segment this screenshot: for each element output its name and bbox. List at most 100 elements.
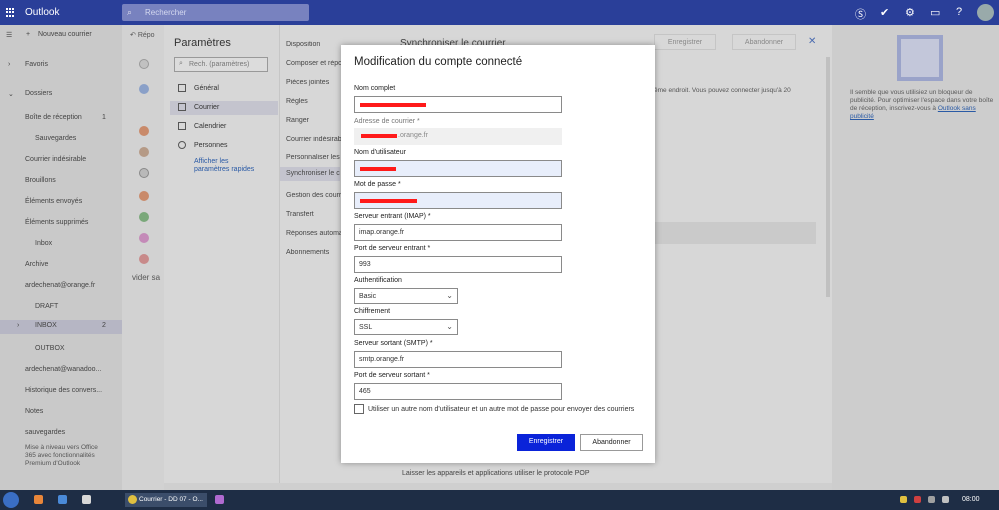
reply-header[interactable]: ↶ Répo	[130, 31, 155, 39]
feedback-icon[interactable]: ▭	[930, 6, 940, 19]
app-icon[interactable]	[82, 495, 91, 504]
new-mail-button[interactable]: + Nouveau courrier	[26, 29, 122, 43]
email-field: .orange.fr	[354, 128, 562, 145]
folder-draft[interactable]: DRAFT	[0, 301, 122, 315]
app-launcher-icon[interactable]	[6, 8, 15, 17]
subsetting-item[interactable]: Règles	[286, 98, 342, 105]
upgrade-text[interactable]: Mise à niveau vers Office 365 avec fonct…	[25, 444, 109, 468]
outgoing-port-field[interactable]: 465	[354, 383, 562, 400]
account-wanadoo[interactable]: ardechenat@wanadoo...	[0, 364, 122, 378]
message-list: ↶ Répo vider sa	[122, 25, 164, 490]
folder-inbox[interactable]: Boîte de réception 1	[0, 112, 122, 126]
folder-sent[interactable]: Éléments envoyés	[0, 196, 122, 210]
cancel-button[interactable]: Abandonner	[580, 434, 643, 451]
full-name-field[interactable]	[354, 96, 562, 113]
auth-select[interactable]: Basic ⌄	[354, 288, 458, 304]
start-button[interactable]	[3, 492, 19, 508]
tray-icon[interactable]	[900, 496, 907, 503]
subsetting-item[interactable]: Courrier indésirable	[286, 136, 342, 143]
subsetting-item[interactable]: Gestion des courriers	[286, 192, 342, 199]
account-label: ardechenat@orange.fr	[25, 282, 96, 289]
category-label: Courrier	[194, 104, 220, 111]
subsetting-item[interactable]: Abonnements	[286, 249, 342, 256]
settings-category-calendar[interactable]: Calendrier	[170, 120, 278, 134]
new-mail-label: Nouveau courrier	[38, 31, 92, 38]
app-icon[interactable]	[58, 495, 67, 504]
password-field[interactable]	[354, 192, 562, 209]
calendar-icon	[178, 122, 186, 130]
scrollbar[interactable]	[826, 57, 830, 297]
folder-dossiers[interactable]: ⌄ Dossiers	[0, 88, 122, 102]
folder-inbox-orange[interactable]: › INBOX 2	[0, 320, 122, 334]
app-icon[interactable]	[215, 495, 224, 504]
tray-icon[interactable]	[928, 496, 935, 503]
settings-search-input[interactable]: ⌕ Rech. (paramètres)	[174, 57, 268, 72]
folder-sauvegardes[interactable]: Sauvegardes	[0, 133, 122, 147]
folder-deleted[interactable]: Éléments supprimés	[0, 217, 122, 231]
username-field[interactable]	[354, 160, 562, 177]
folder-favoris[interactable]: › Favoris	[0, 59, 122, 73]
save-button[interactable]: Enregistrer	[517, 434, 575, 451]
alternate-credentials-checkbox[interactable]	[354, 404, 364, 414]
folder-label: Inbox	[35, 240, 53, 247]
subsetting-item-selected[interactable]: Synchroniser le courrier	[280, 167, 340, 181]
avatar	[139, 233, 149, 243]
app-name[interactable]: Outlook	[25, 7, 59, 18]
tray-icon[interactable]	[914, 496, 921, 503]
settings-save-button[interactable]: Enregistrer	[654, 34, 716, 50]
alternate-credentials-label[interactable]: Utiliser un autre nom d'utilisateur et u…	[368, 405, 636, 415]
taskbar-task-chrome[interactable]: Courrier - DD 07 - O...	[125, 493, 207, 507]
help-icon[interactable]: ?	[956, 6, 962, 18]
select-all-checkbox[interactable]	[139, 59, 149, 69]
skype-icon[interactable]: Ⓢ	[855, 6, 866, 22]
encryption-label: Chiffrement	[354, 308, 391, 315]
volume-icon[interactable]	[942, 496, 949, 503]
account-row[interactable]	[654, 222, 816, 244]
subsetting-item[interactable]: Pièces jointes	[286, 79, 342, 86]
avatar[interactable]	[977, 4, 994, 21]
imap-server-field[interactable]: imap.orange.fr	[354, 224, 562, 241]
full-name-label: Nom complet	[354, 85, 396, 92]
subsetting-item[interactable]: Composer et répondre	[286, 60, 342, 67]
settings-cancel-button[interactable]: Abandonner	[732, 34, 796, 50]
quick-settings-link[interactable]: Afficher les paramètres rapides	[194, 158, 264, 174]
avatar	[139, 254, 149, 264]
settings-category-people[interactable]: Personnes	[170, 139, 278, 153]
firefox-icon[interactable]	[34, 495, 43, 504]
top-bar: Outlook ⌕ Rechercher Ⓢ ✔ ⚙ ▭ ?	[0, 0, 999, 25]
close-icon[interactable]: ✕	[808, 36, 816, 47]
avatar	[139, 84, 149, 94]
folder-inbox-sub[interactable]: Inbox	[0, 238, 122, 252]
mail-subsettings: Disposition Composer et répondre Pièces …	[279, 25, 342, 483]
task-label: Courrier - DD 07 - O...	[139, 496, 203, 503]
avatar	[139, 126, 149, 136]
incoming-port-value: 993	[359, 261, 371, 268]
settings-category-mail[interactable]: Courrier	[170, 101, 278, 115]
subsetting-item[interactable]: Ranger	[286, 117, 342, 124]
search-icon: ⌕	[127, 7, 133, 17]
subsetting-item[interactable]: Transfert	[286, 211, 342, 218]
settings-category-general[interactable]: Général	[170, 82, 278, 96]
folder-notes[interactable]: Notes	[0, 406, 122, 420]
gear-icon[interactable]: ⚙	[905, 6, 915, 19]
account-orange[interactable]: ardechenat@orange.fr	[0, 280, 122, 294]
username-label: Nom d'utilisateur	[354, 149, 406, 156]
incoming-port-field[interactable]: 993	[354, 256, 562, 273]
todo-check-icon[interactable]: ✔	[880, 6, 889, 19]
search-box[interactable]: ⌕ Rechercher	[122, 4, 309, 21]
encryption-select[interactable]: SSL ⌄	[354, 319, 458, 335]
folder-label: Sauvegardes	[35, 135, 77, 142]
subsetting-item[interactable]: Réponses automatiques	[286, 230, 342, 237]
smtp-server-field[interactable]: smtp.orange.fr	[354, 351, 562, 368]
clock[interactable]: 08:00	[962, 496, 980, 503]
folder-junk[interactable]: Courrier indésirable	[0, 154, 122, 168]
folder-history[interactable]: Historique des convers...	[0, 385, 122, 399]
folder-drafts[interactable]: Brouillons	[0, 175, 122, 189]
folder-archive[interactable]: Archive	[0, 259, 122, 273]
folder-sauvegardes-2[interactable]: sauvegardes	[0, 427, 122, 441]
folder-outbox[interactable]: OUTBOX	[0, 343, 122, 357]
chevron-right-icon: ›	[8, 61, 11, 68]
subsetting-item[interactable]: Disposition	[286, 41, 342, 48]
email-domain: .orange.fr	[398, 132, 428, 139]
subsetting-item[interactable]: Personnaliser les actions	[286, 154, 342, 161]
